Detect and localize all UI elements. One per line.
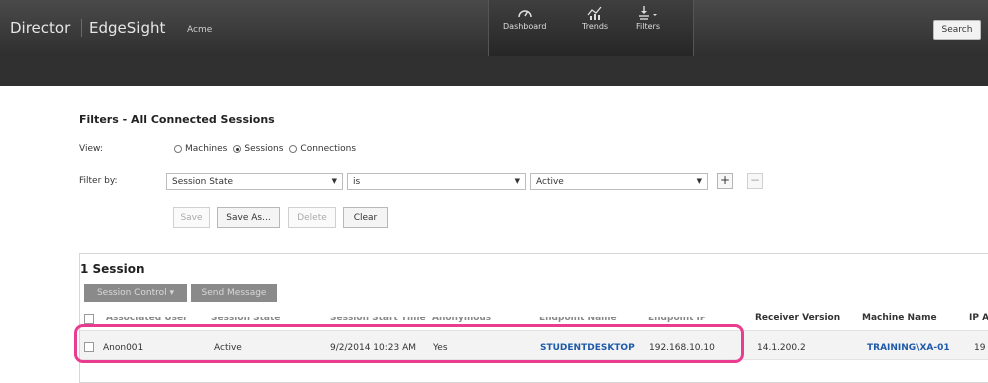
nav-trends-label: Trends — [582, 22, 609, 31]
column-machine-name[interactable]: Machine Name — [862, 313, 937, 323]
add-filter-button[interactable]: + — [717, 173, 733, 189]
machine-name-link[interactable]: TRAINING\XA-01 — [867, 343, 950, 353]
sub-header-bar — [0, 56, 988, 86]
clear-button[interactable]: Clear — [343, 207, 388, 228]
module-name: EdgeSight — [89, 19, 166, 37]
remove-filter-button[interactable]: − — [747, 173, 763, 189]
send-message-button[interactable]: Send Message — [191, 284, 277, 302]
chevron-down-icon: ▼ — [696, 177, 702, 185]
top-bar: Director EdgeSight Acme Dashboard Trends — [0, 0, 988, 56]
nav-dashboard[interactable]: Dashboard — [503, 6, 546, 31]
column-receiver-version[interactable]: Receiver Version — [755, 313, 840, 323]
select-all-checkbox[interactable] — [84, 314, 94, 324]
save-as-button[interactable]: Save As... — [217, 207, 280, 228]
site-name: Acme — [187, 25, 213, 35]
nav-filters[interactable]: Filters — [636, 6, 660, 31]
nav-trends[interactable]: Trends — [582, 6, 608, 31]
filter-field-select[interactable]: Session State ▼ — [166, 173, 343, 190]
filter-value-select[interactable]: Active ▼ — [530, 173, 708, 190]
column-ip-address[interactable]: IP A — [969, 313, 988, 323]
filter-operator-value: is — [353, 177, 361, 187]
sessions-count-title: 1 Session — [80, 262, 145, 276]
view-sessions-radio[interactable] — [233, 145, 242, 153]
nav-filters-label: Filters — [636, 22, 660, 31]
column-endpoint-name[interactable]: Endpoint Name — [539, 317, 617, 323]
brand-divider — [81, 19, 82, 37]
column-session-start-time[interactable]: Session Start Time — [330, 317, 426, 323]
search-button[interactable]: Search — [933, 20, 981, 40]
chevron-down-icon: ▼ — [331, 177, 337, 185]
view-label: View: — [79, 144, 103, 154]
view-connections-label: Connections — [300, 144, 357, 154]
session-control-button[interactable]: Session Control ▾ — [84, 284, 187, 302]
filter-operator-select[interactable]: is ▼ — [347, 173, 526, 190]
main-nav: Dashboard Trends Filters — [488, 0, 694, 56]
filter-value-value: Active — [536, 177, 564, 187]
view-sessions-label: Sessions — [244, 144, 284, 154]
column-endpoint-ip[interactable]: Endpoint IP — [648, 317, 707, 323]
view-machines-radio[interactable] — [174, 145, 182, 153]
trends-chart-icon — [587, 6, 602, 20]
nav-dashboard-label: Dashboard — [503, 22, 547, 31]
view-radio-group: Machines Sessions Connections — [174, 144, 356, 154]
filter-field-value: Session State — [172, 177, 234, 187]
filter-icon — [638, 6, 657, 20]
delete-button[interactable]: Delete — [288, 207, 336, 228]
gauge-icon — [517, 10, 532, 18]
column-anonymous[interactable]: Anonymous — [432, 317, 491, 323]
filter-by-label: Filter by: — [79, 176, 118, 186]
product-name: Director — [10, 19, 71, 37]
save-button[interactable]: Save — [173, 207, 210, 228]
chevron-down-icon: ▼ — [514, 177, 520, 185]
chevron-down-icon — [652, 14, 657, 16]
view-connections-radio[interactable] — [289, 145, 298, 153]
cell-ip-address: 19 — [974, 343, 986, 353]
view-machines-label: Machines — [185, 144, 228, 154]
column-session-state[interactable]: Session State — [211, 317, 280, 323]
page-title: Filters - All Connected Sessions — [79, 113, 275, 126]
cell-receiver-version: 14.1.200.2 — [757, 343, 806, 353]
column-associated-user[interactable]: Associated User — [106, 317, 188, 323]
highlight-annotation — [74, 324, 744, 363]
